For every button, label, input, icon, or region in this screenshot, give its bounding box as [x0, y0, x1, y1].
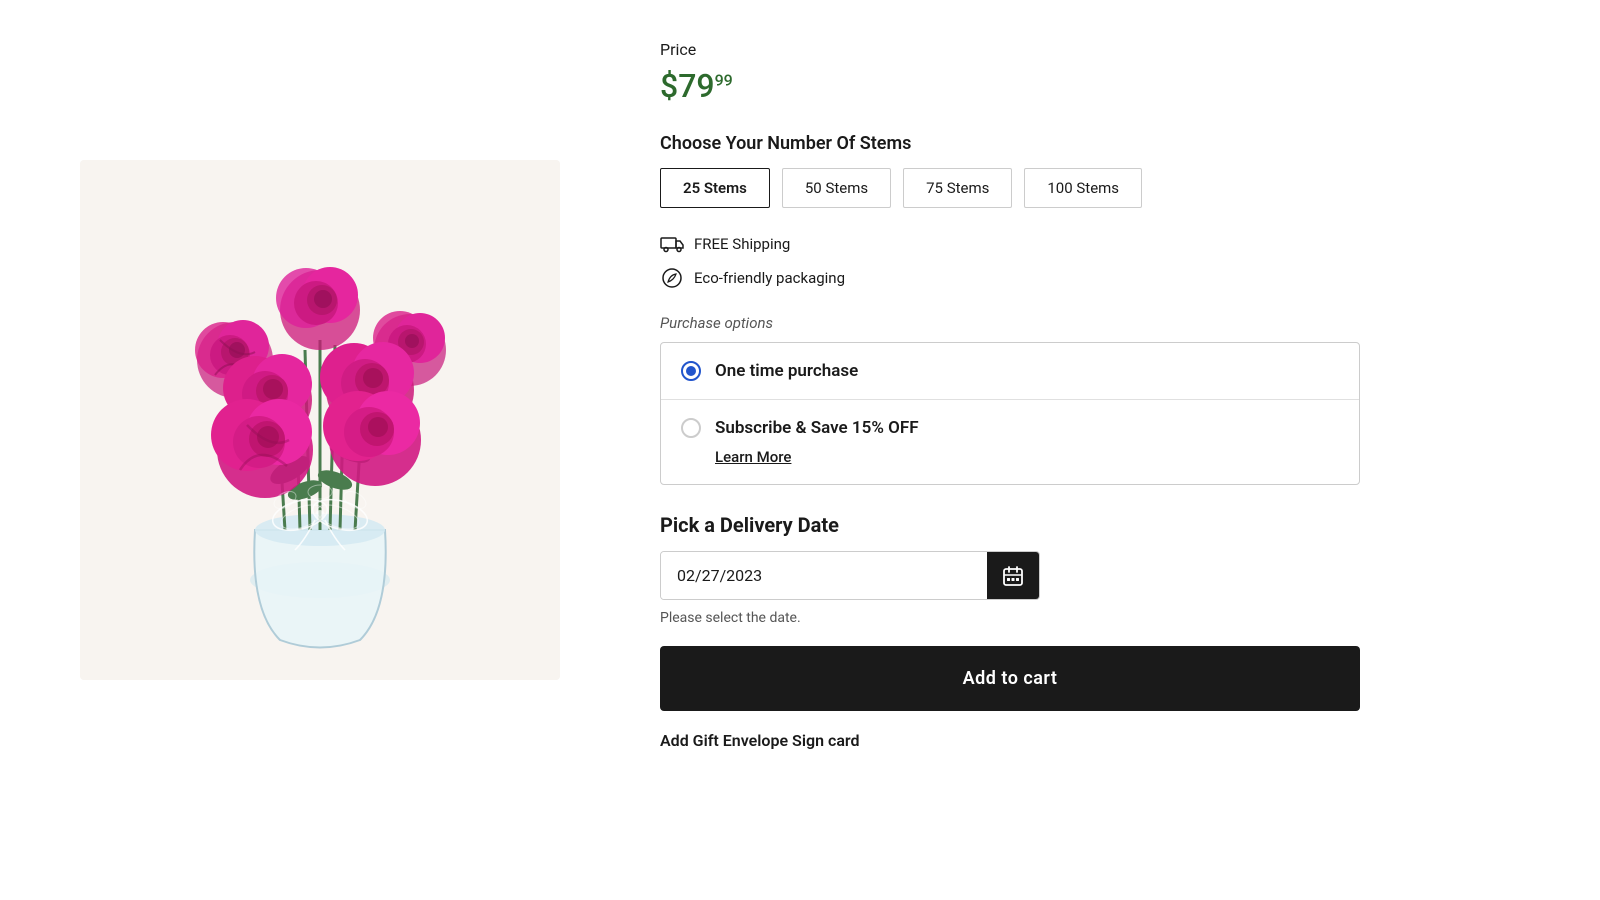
purchase-options-section: Purchase options One time purchase Subsc… — [660, 314, 1360, 485]
eco-text: Eco-friendly packaging — [694, 269, 845, 287]
price-value: $7999 — [660, 67, 1360, 105]
calendar-icon — [1002, 565, 1024, 587]
price-section: Price $7999 — [660, 40, 1360, 105]
stem-option-50[interactable]: 50 Stems — [782, 168, 891, 208]
stems-section: Choose Your Number Of Stems 25 Stems 50 … — [660, 133, 1360, 208]
product-image-section — [0, 20, 640, 820]
date-input[interactable] — [661, 552, 987, 599]
perk-shipping: FREE Shipping — [660, 232, 1360, 256]
price-label: Price — [660, 40, 1360, 59]
purchase-options-label: Purchase options — [660, 314, 1360, 332]
stem-option-100[interactable]: 100 Stems — [1024, 168, 1142, 208]
date-input-wrapper — [660, 551, 1040, 600]
price-main: $79 — [660, 67, 715, 105]
subscribe-top: Subscribe & Save 15% OFF — [681, 418, 919, 438]
subscribe-option[interactable]: Subscribe & Save 15% OFF Learn More — [661, 400, 1359, 484]
stems-title: Choose Your Number Of Stems — [660, 133, 1360, 154]
subscribe-label: Subscribe & Save 15% OFF — [715, 418, 919, 438]
one-time-label: One time purchase — [715, 361, 858, 381]
delivery-section: Pick a Delivery Date Please select the d — [660, 513, 1360, 626]
radio-inner — [686, 366, 696, 376]
shipping-icon — [660, 232, 684, 256]
one-time-purchase-option[interactable]: One time purchase — [661, 343, 1359, 400]
purchase-options-box: One time purchase Subscribe & Save 15% O… — [660, 342, 1360, 485]
product-details-section: Price $7999 Choose Your Number Of Stems … — [640, 20, 1440, 770]
add-to-cart-button[interactable]: Add to cart — [660, 646, 1360, 711]
calendar-button[interactable] — [987, 552, 1039, 599]
bottom-hint: Add Gift Envelope Sign card — [660, 731, 1360, 750]
perk-eco: Eco-friendly packaging — [660, 266, 1360, 290]
subscribe-radio[interactable] — [681, 418, 701, 438]
perks-section: FREE Shipping Eco-friendly packaging — [660, 232, 1360, 290]
one-time-radio[interactable] — [681, 361, 701, 381]
price-cents: 99 — [715, 70, 733, 89]
product-image — [80, 160, 560, 680]
stem-option-75[interactable]: 75 Stems — [903, 168, 1012, 208]
eco-icon — [660, 266, 684, 290]
learn-more-link[interactable]: Learn More — [715, 448, 791, 466]
stems-options: 25 Stems 50 Stems 75 Stems 100 Stems — [660, 168, 1360, 208]
date-helper-text: Please select the date. — [660, 610, 1360, 626]
delivery-title: Pick a Delivery Date — [660, 513, 1360, 537]
stem-option-25[interactable]: 25 Stems — [660, 168, 770, 208]
shipping-text: FREE Shipping — [694, 235, 790, 253]
